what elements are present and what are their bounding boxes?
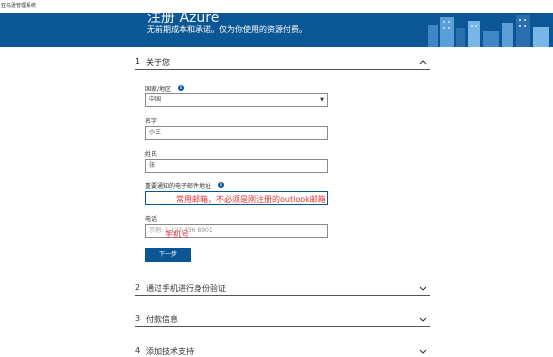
section-label: 通过手机进行身份验证 (146, 284, 226, 293)
phone-annotation: 手机号 (165, 230, 189, 239)
info-icon[interactable]: i (218, 182, 224, 188)
section-label: 付款信息 (146, 315, 178, 324)
last-name-label: 姓氏 (145, 151, 158, 158)
chevron-down-icon (419, 317, 427, 322)
section-payment-header[interactable]: 3 付款信息 (135, 312, 430, 326)
window-titlebar: 亚马逊管理系统 (0, 0, 553, 13)
first-name-input[interactable]: 小三 (145, 126, 328, 140)
section-divider (135, 295, 430, 296)
section-number: 2 (135, 283, 141, 292)
chevron-down-icon: ▼ (320, 97, 324, 103)
last-name-input[interactable]: 张 (145, 159, 328, 173)
section-label: 添加技术支持 (146, 347, 194, 356)
country-select[interactable]: 中国 ▼ (145, 93, 328, 107)
section-number: 4 (135, 346, 141, 355)
first-name-label: 名字 (145, 118, 158, 125)
section-divider (135, 69, 430, 70)
section-divider (135, 326, 430, 327)
chevron-down-icon (419, 349, 427, 354)
banner-subtitle: 无前期成本和承诺。仅为你使用的资源付费。 (147, 25, 307, 34)
section-about-you-header[interactable]: 1 关于您 (135, 55, 430, 69)
phone-label: 电话 (145, 216, 158, 223)
country-label: 国家/地区 (145, 86, 172, 93)
chevron-down-icon (419, 286, 427, 291)
section-label: 关于您 (146, 58, 170, 67)
email-annotation: 常用邮箱，不必须是刚注册的outlook邮箱 (176, 195, 326, 204)
city-skyline-illustration (420, 13, 553, 47)
info-icon[interactable]: i (178, 85, 184, 91)
section-phone-verification-header[interactable]: 2 通过手机进行身份验证 (135, 281, 430, 295)
next-button[interactable]: 下一步 (145, 248, 191, 262)
country-value: 中国 (149, 96, 162, 103)
window-title: 亚马逊管理系统 (1, 3, 37, 9)
section-tech-support-header[interactable]: 4 添加技术支持 (135, 344, 430, 357)
chevron-up-icon (419, 60, 427, 65)
email-label: 重要通知的电子邮件地址 (145, 183, 212, 190)
section-number: 1 (135, 57, 141, 66)
section-number: 3 (135, 314, 141, 323)
signup-banner: 注册 Azure 无前期成本和承诺。仅为你使用的资源付费。 (0, 13, 553, 47)
